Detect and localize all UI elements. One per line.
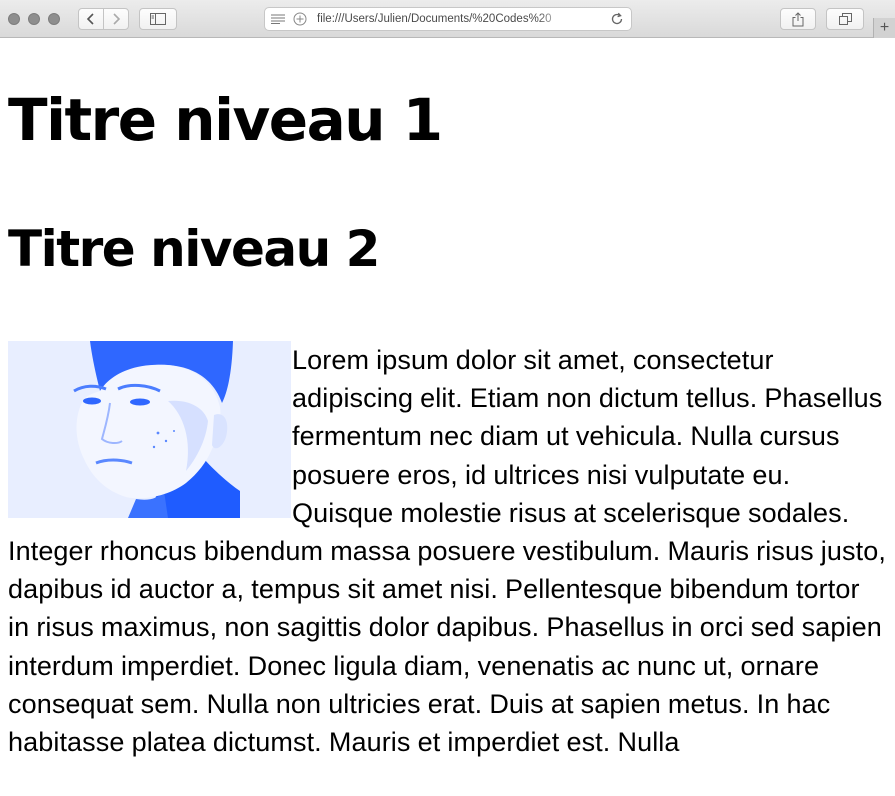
history-navigation [78,8,130,30]
sidebar-icon [150,13,166,25]
chevron-left-icon [86,13,94,25]
reader-lines-icon [271,14,285,24]
forward-button[interactable] [103,8,129,30]
close-window-button[interactable] [8,13,20,25]
browser-toolbar: file:///Users/Julien/Documents/%20Codes%… [0,0,895,38]
share-button[interactable] [780,8,816,30]
share-icon [792,11,804,26]
sidebar-button[interactable] [139,8,177,30]
url-text[interactable]: file:///Users/Julien/Documents/%20Codes%… [317,13,567,25]
plus-circle-icon [293,12,307,26]
plus-icon: + [879,19,890,36]
portrait-photo [8,341,291,518]
tabs-overview-icon [838,13,852,25]
address-bar[interactable]: file:///Users/Julien/Documents/%20Codes%… [264,7,632,31]
reload-icon [611,12,623,25]
new-tab-button[interactable]: + [873,18,895,38]
heading-level-2: Titre niveau 2 [8,220,380,278]
reader-button[interactable] [265,14,291,24]
article-content: Lorem ipsum dolor sit amet, consectetur … [8,341,887,761]
minimize-window-button[interactable] [28,13,40,25]
chevron-right-icon [113,13,121,25]
back-button[interactable] [78,8,104,30]
zoom-window-button[interactable] [48,13,60,25]
add-bookmark-button[interactable] [291,10,309,28]
tabs-overview-button[interactable] [826,8,864,30]
heading-level-1: Titre niveau 1 [8,86,443,154]
reload-button[interactable] [609,11,625,27]
